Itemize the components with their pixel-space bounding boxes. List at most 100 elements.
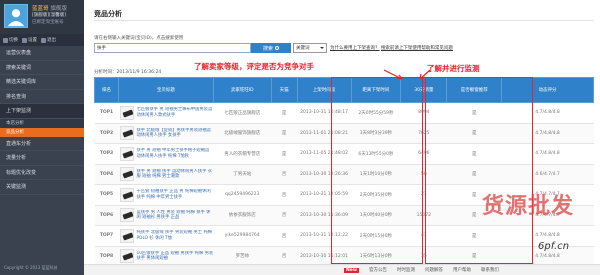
seller-cell[interactable]: 男人的衣帽专营店 (213, 143, 272, 165)
product-thumbnail[interactable] (120, 208, 135, 223)
search-button[interactable]: 搜索 (251, 43, 291, 53)
tmall-cell: 是 (271, 123, 298, 144)
product-title-link[interactable]: 十匹狼 短袖扶手 正品 男 纯棉短袖休闲扶手 纯棉 中年男士扶手 (136, 189, 213, 200)
product-cell: 七匹狼扶手 男 短袖男士棉布中国男装运动休闲男人款式扶手 (118, 102, 214, 124)
search-button-label: 搜索 (262, 45, 273, 52)
seller-annotation-box (331, 77, 423, 264)
product-thumbnail[interactable] (120, 146, 135, 161)
search-icon (275, 46, 279, 50)
footer-link-announcement[interactable]: 官方公告 (369, 267, 387, 273)
search-mode-select[interactable]: 关键词 (293, 43, 327, 53)
gear-icon (22, 37, 27, 43)
product-title-link[interactable]: 扶手 男 短袖 扶手 运动休闲男人扶手 衣服 短袖 纯棉 男士潮款 (136, 169, 213, 180)
tmall-cell: 否 (271, 205, 298, 226)
tmall-cell: 否 (271, 164, 298, 185)
seller-cell[interactable]: 七匹狼正品旗舰店 (213, 102, 272, 124)
col-rank: 排名 (94, 77, 119, 103)
product-thumbnail[interactable] (120, 249, 135, 264)
product-title-link[interactable]: 七匹狼扶手 男 短袖男士棉布中国男装运动休闲男人款式扶手 (136, 107, 213, 118)
switch-label: 切换 (9, 38, 18, 43)
product-cell: 扶手 北极绒【促销】男扶手男装短袖运动休闲男人扶手 女扶手 (118, 123, 214, 144)
rank-cell: TOP7 (94, 225, 119, 247)
product-thumbnail[interactable] (120, 126, 135, 141)
search-mode-value: 关键词 (296, 46, 310, 51)
rank-cell: TOP2 (94, 123, 119, 144)
footer-bar: New 官方公告 时时监测 问题解答 用户帮助 联系我们 (84, 264, 600, 275)
avatar[interactable] (4, 4, 28, 28)
user-status: 已绑定淘宝账号 (32, 20, 64, 25)
product-thumbnail[interactable] (120, 105, 135, 120)
product-title-link[interactable]: 扶手 男 短袖 中年男士扶手格子短袖运动休闲男人扶手 纯棉 T恤秋 (136, 148, 213, 159)
seller-cell[interactable]: 北极绒服饰旗舰店 (213, 123, 272, 144)
product-title-link[interactable]: 纯扶手 北极绒 扶手 男装短袖 男士 纯棉 POLO 衫 休闲 T恤 (136, 230, 213, 241)
product-thumbnail[interactable] (120, 187, 135, 202)
copyright: Copyright © 2013 蓝蓝科技 (4, 265, 58, 270)
col-seller: 卖家旺旺ID (212, 77, 272, 103)
chevron-down-icon (320, 47, 324, 49)
product-title-link[interactable]: 扶手 北极绒【促销】男扶手男装短袖运动休闲男人扶手 女扶手 (136, 128, 213, 139)
sidebar-subitem-competitor[interactable]: 竞品分析 (0, 127, 84, 137)
rank-cell: TOP6 (94, 205, 119, 226)
sidebar-item-listing-monitor[interactable]: 上下架监测 (0, 104, 84, 119)
search-input[interactable] (94, 43, 251, 53)
tmall-cell: 是 (271, 102, 298, 124)
seller-cell[interactable]: 丁男天站 (213, 164, 272, 185)
footer-link-help[interactable]: 用户帮助 (453, 267, 471, 273)
product-thumbnail[interactable] (120, 167, 135, 182)
logout-icon (41, 37, 46, 43)
sidebar-item-traffic-analysis[interactable]: 流量分析 (0, 151, 84, 166)
news-badge: New (344, 267, 359, 273)
seller-cell[interactable]: yike529984764 (213, 225, 272, 247)
settings-button[interactable]: 设置 (22, 37, 37, 43)
rank-cell: TOP5 (94, 184, 119, 206)
analysis-time: 分析时间：2013/11/9 16:36:24 (94, 70, 162, 75)
annotation-arrow-left (383, 69, 403, 80)
switch-button[interactable]: 切换 (3, 37, 18, 43)
product-cell: 蓝扶手 男 人性 男装 短袖 纯棉 扶手 休闲 短袖衫 男扶手 正品 (118, 205, 214, 226)
title-divider (94, 20, 594, 21)
product-cell: 十匹狼 短袖扶手 正品 男 纯棉短袖休闲扶手 纯棉 中年男士扶手 (118, 184, 214, 206)
logout-button[interactable]: 退出 (41, 37, 56, 43)
product-title-link[interactable]: 蓝扶手 男 人性 男装 短袖 纯棉 扶手 休闲 短袖衫 男扶手 正品 (136, 210, 213, 221)
product-cell: 纯扶手 北极绒 扶手 男装短袖 男士 纯棉 POLO 衫 休闲 T恤 (118, 225, 214, 247)
rank-cell: TOP4 (94, 164, 119, 185)
seller-cell[interactable]: 依依衣服饰店 (213, 205, 272, 226)
sidebar-subitem-own-shop[interactable]: 本店分析 (0, 118, 84, 128)
help-link-why[interactable]: 为什么要用上下架查询？ (330, 46, 380, 51)
sidebar-item-title-optimize[interactable]: 标题优化改变 (0, 166, 84, 180)
sidebar-item-rank-query[interactable]: 排名查询 (0, 90, 84, 104)
username: 蓝蓝哥 旗舰版 (32, 4, 67, 12)
footer-link-monitor[interactable]: 时时监测 (397, 267, 415, 273)
main-content: 竞品分析 请在右侧输入关键词(宝贝ID)，点击搜索使用 搜索 关键词 为什么要用… (84, 0, 600, 275)
watermark-text: 货源批发 (482, 193, 575, 219)
product-thumbnail[interactable] (120, 228, 135, 243)
switch-icon (3, 37, 8, 43)
sidebar-item-dashboard[interactable]: 运营仪表盘 (0, 46, 84, 61)
sidebar-item-ad-analysis[interactable]: 直通车分析 (0, 137, 84, 151)
watermark-url: 6pf.cn (538, 241, 570, 252)
annotation-seller-level: 了解卖家等级，评定是否为竞争对手 (194, 62, 314, 71)
sidebar-item-search-keywords[interactable]: 搜索关键词 (0, 61, 84, 75)
search-hint: 请在右侧输入关键词(宝贝ID)，点击搜索使用 (94, 36, 184, 41)
sidebar-item-key-monitor[interactable]: 关键监测 (0, 180, 84, 195)
tmall-cell: 否 (271, 184, 298, 206)
product-title-link[interactable]: 10匹狼扶手 正品 短袖 男扶手 纯棉 男装 扶手 男休闲短袖 (136, 251, 213, 262)
footer-link-faq[interactable]: 问题解答 (425, 267, 443, 273)
footer-link-contact[interactable]: 联系我们 (481, 267, 499, 273)
seller-cell[interactable]: qq2459496223 (213, 184, 272, 206)
user-level: [旗舰版][温馨版] (32, 13, 67, 18)
sidebar-tools: 切换 设置 退出 (0, 34, 84, 46)
rank-cell: TOP3 (94, 143, 119, 165)
help-link-usage[interactable]: 搜索前请上下架使用帮助和常见问题 (381, 46, 453, 51)
logout-label: 退出 (47, 38, 56, 43)
col-tmall: 天猫 (270, 77, 298, 103)
user-box: 蓝蓝哥 旗舰版 [旗舰版][温馨版] 已绑定淘宝账号 (0, 0, 84, 34)
sidebar-item-keyword-library[interactable]: 精选关键词库 (0, 75, 84, 90)
tmall-cell: 是 (271, 143, 298, 165)
user-avatar-icon (7, 9, 25, 27)
listing-annotation-box (425, 77, 533, 264)
tmall-cell: 否 (271, 225, 298, 247)
annotation-arrow-right (419, 69, 431, 80)
product-cell: 扶手 男 短袖 扶手 运动休闲男人扶手 衣服 短袖 纯棉 男士潮款 (118, 164, 214, 185)
help-links: 为什么要用上下架查询？ 搜索前请上下架使用帮助和常见问题 (330, 45, 453, 51)
